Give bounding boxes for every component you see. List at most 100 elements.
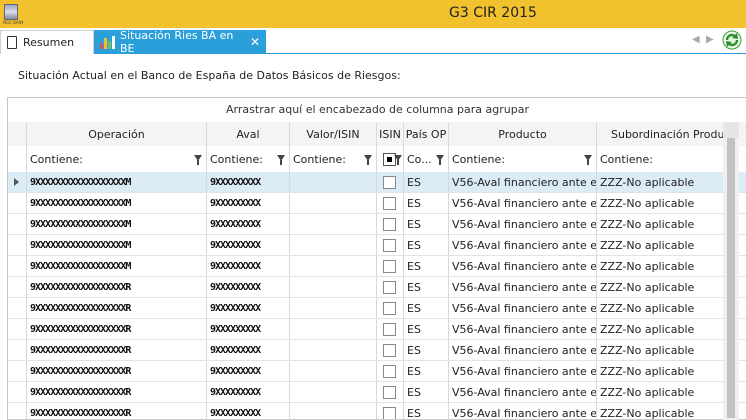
cell-isin[interactable] [377, 382, 404, 402]
table-row[interactable]: 9XXXXXXXXXXXXXXXXXXM 9XXXXXXXXX ES V56-Aval… [8, 256, 746, 277]
cell-operacion[interactable]: 9XXXXXXXXXXXXXXXXXXR [27, 403, 207, 419]
cell-subordinacion[interactable]: ZZZ-No aplicable [597, 403, 731, 419]
cell-producto[interactable]: V56-Aval financiero ante e... [449, 361, 597, 381]
cell-operacion[interactable]: 9XXXXXXXXXXXXXXXXXXM [27, 214, 207, 234]
table-row[interactable]: 9XXXXXXXXXXXXXXXXXXM 9XXXXXXXXX ES V56-Aval… [8, 172, 746, 193]
row-indicator[interactable] [8, 277, 27, 297]
cell-producto[interactable]: V56-Aval financiero ante e... [449, 277, 597, 297]
filter-pais-op[interactable]: Co... [404, 146, 449, 172]
cell-isin[interactable] [377, 403, 404, 419]
column-header-isin[interactable]: ISIN [377, 122, 404, 146]
cell-isin[interactable] [377, 256, 404, 276]
cell-operacion[interactable]: 9XXXXXXXXXXXXXXXXXXM [27, 256, 207, 276]
cell-isin[interactable] [377, 340, 404, 360]
isin-checkbox[interactable] [383, 280, 396, 294]
cell-isin[interactable] [377, 172, 404, 192]
filter-icon[interactable] [364, 155, 372, 165]
row-indicator[interactable] [8, 340, 27, 360]
cell-subordinacion[interactable]: ZZZ-No aplicable [597, 256, 731, 276]
cell-valor-isin[interactable] [290, 277, 377, 297]
cell-producto[interactable]: V56-Aval financiero ante e... [449, 403, 597, 419]
cell-aval[interactable]: 9XXXXXXXXX [207, 193, 290, 213]
column-header-valor-isin[interactable]: Valor/ISIN [290, 122, 377, 146]
cell-producto[interactable]: V56-Aval financiero ante e... [449, 172, 597, 192]
column-header-subordinacion[interactable]: Subordinación Product [597, 122, 731, 146]
isin-checkbox[interactable] [383, 406, 396, 419]
filter-aval[interactable]: Contiene: [207, 146, 290, 172]
table-row[interactable]: 9XXXXXXXXXXXXXXXXXXR 9XXXXXXXXX ES V56-Aval… [8, 361, 746, 382]
cell-pais-op[interactable]: ES [404, 193, 449, 213]
cell-producto[interactable]: V56-Aval financiero ante e... [449, 340, 597, 360]
cell-isin[interactable] [377, 361, 404, 381]
column-header-aval[interactable]: Aval [207, 122, 290, 146]
cell-aval[interactable]: 9XXXXXXXXX [207, 382, 290, 402]
column-header-producto[interactable]: Producto [449, 122, 597, 146]
cell-aval[interactable]: 9XXXXXXXXX [207, 319, 290, 339]
isin-checkbox[interactable] [383, 196, 396, 210]
cell-valor-isin[interactable] [290, 193, 377, 213]
cell-aval[interactable]: 9XXXXXXXXX [207, 403, 290, 419]
cell-valor-isin[interactable] [290, 361, 377, 381]
scroll-up-button[interactable] [723, 122, 739, 138]
cell-subordinacion[interactable]: ZZZ-No aplicable [597, 235, 731, 255]
tab-resumen[interactable]: Resumen [0, 30, 94, 54]
cell-aval[interactable]: 9XXXXXXXXX [207, 235, 290, 255]
tab-prev-icon[interactable]: ◀ [692, 34, 700, 45]
table-row[interactable]: 9XXXXXXXXXXXXXXXXXXR 9XXXXXXXXX ES V56-Aval… [8, 403, 746, 419]
cell-subordinacion[interactable]: ZZZ-No aplicable [597, 361, 731, 381]
cell-aval[interactable]: 9XXXXXXXXX [207, 361, 290, 381]
cell-pais-op[interactable]: ES [404, 382, 449, 402]
cell-valor-isin[interactable] [290, 319, 377, 339]
cell-operacion[interactable]: 9XXXXXXXXXXXXXXXXXXR [27, 298, 207, 318]
table-row[interactable]: 9XXXXXXXXXXXXXXXXXXM 9XXXXXXXXX ES V56-Aval… [8, 214, 746, 235]
cell-subordinacion[interactable]: ZZZ-No aplicable [597, 382, 731, 402]
cell-aval[interactable]: 9XXXXXXXXX [207, 172, 290, 192]
isin-checkbox[interactable] [383, 217, 396, 231]
cell-pais-op[interactable]: ES [404, 298, 449, 318]
table-row[interactable]: 9XXXXXXXXXXXXXXXXXXM 9XXXXXXXXX ES V56-Aval… [8, 235, 746, 256]
cell-pais-op[interactable]: ES [404, 172, 449, 192]
cell-isin[interactable] [377, 214, 404, 234]
cell-isin[interactable] [377, 298, 404, 318]
table-row[interactable]: 9XXXXXXXXXXXXXXXXXXM 9XXXXXXXXX ES V56-Aval… [8, 193, 746, 214]
cell-operacion[interactable]: 9XXXXXXXXXXXXXXXXXXR [27, 382, 207, 402]
row-indicator[interactable] [8, 361, 27, 381]
isin-checkbox[interactable] [383, 175, 396, 189]
row-indicator[interactable] [8, 193, 27, 213]
row-indicator[interactable] [8, 319, 27, 339]
isin-checkbox[interactable] [383, 322, 396, 336]
cell-operacion[interactable]: 9XXXXXXXXXXXXXXXXXXM [27, 235, 207, 255]
filter-icon[interactable] [277, 155, 285, 165]
cell-valor-isin[interactable] [290, 340, 377, 360]
cell-subordinacion[interactable]: ZZZ-No aplicable [597, 298, 731, 318]
table-row[interactable]: 9XXXXXXXXXXXXXXXXXXR 9XXXXXXXXX ES V56-Aval… [8, 382, 746, 403]
table-row[interactable]: 9XXXXXXXXXXXXXXXXXXR 9XXXXXXXXX ES V56-Aval… [8, 319, 746, 340]
cell-subordinacion[interactable]: ZZZ-No aplicable [597, 319, 731, 339]
cell-aval[interactable]: 9XXXXXXXXX [207, 340, 290, 360]
isin-checkbox[interactable] [383, 385, 396, 399]
cell-subordinacion[interactable]: ZZZ-No aplicable [597, 172, 731, 192]
cell-isin[interactable] [377, 235, 404, 255]
cell-subordinacion[interactable]: ZZZ-No aplicable [597, 277, 731, 297]
filter-isin[interactable] [377, 146, 404, 172]
cell-pais-op[interactable]: ES [404, 319, 449, 339]
cell-pais-op[interactable]: ES [404, 214, 449, 234]
filter-valor-isin[interactable]: Contiene: [290, 146, 377, 172]
cell-pais-op[interactable]: ES [404, 277, 449, 297]
cell-aval[interactable]: 9XXXXXXXXX [207, 214, 290, 234]
row-indicator[interactable] [8, 235, 27, 255]
isin-checkbox[interactable] [383, 259, 396, 273]
cell-pais-op[interactable]: ES [404, 361, 449, 381]
cell-operacion[interactable]: 9XXXXXXXXXXXXXXXXXXM [27, 172, 207, 192]
cell-aval[interactable]: 9XXXXXXXXX [207, 277, 290, 297]
isin-checkbox[interactable] [383, 364, 396, 378]
cell-isin[interactable] [377, 319, 404, 339]
row-indicator[interactable] [8, 298, 27, 318]
row-indicator[interactable] [8, 172, 27, 192]
row-indicator[interactable] [8, 214, 27, 234]
close-icon[interactable]: ✕ [250, 35, 260, 49]
group-by-panel[interactable]: Arrastrar aquí el encabezado de columna … [8, 98, 746, 123]
filter-producto[interactable]: Contiene: [449, 146, 597, 172]
cell-aval[interactable]: 9XXXXXXXXX [207, 298, 290, 318]
scrollbar-thumb[interactable] [727, 138, 735, 418]
